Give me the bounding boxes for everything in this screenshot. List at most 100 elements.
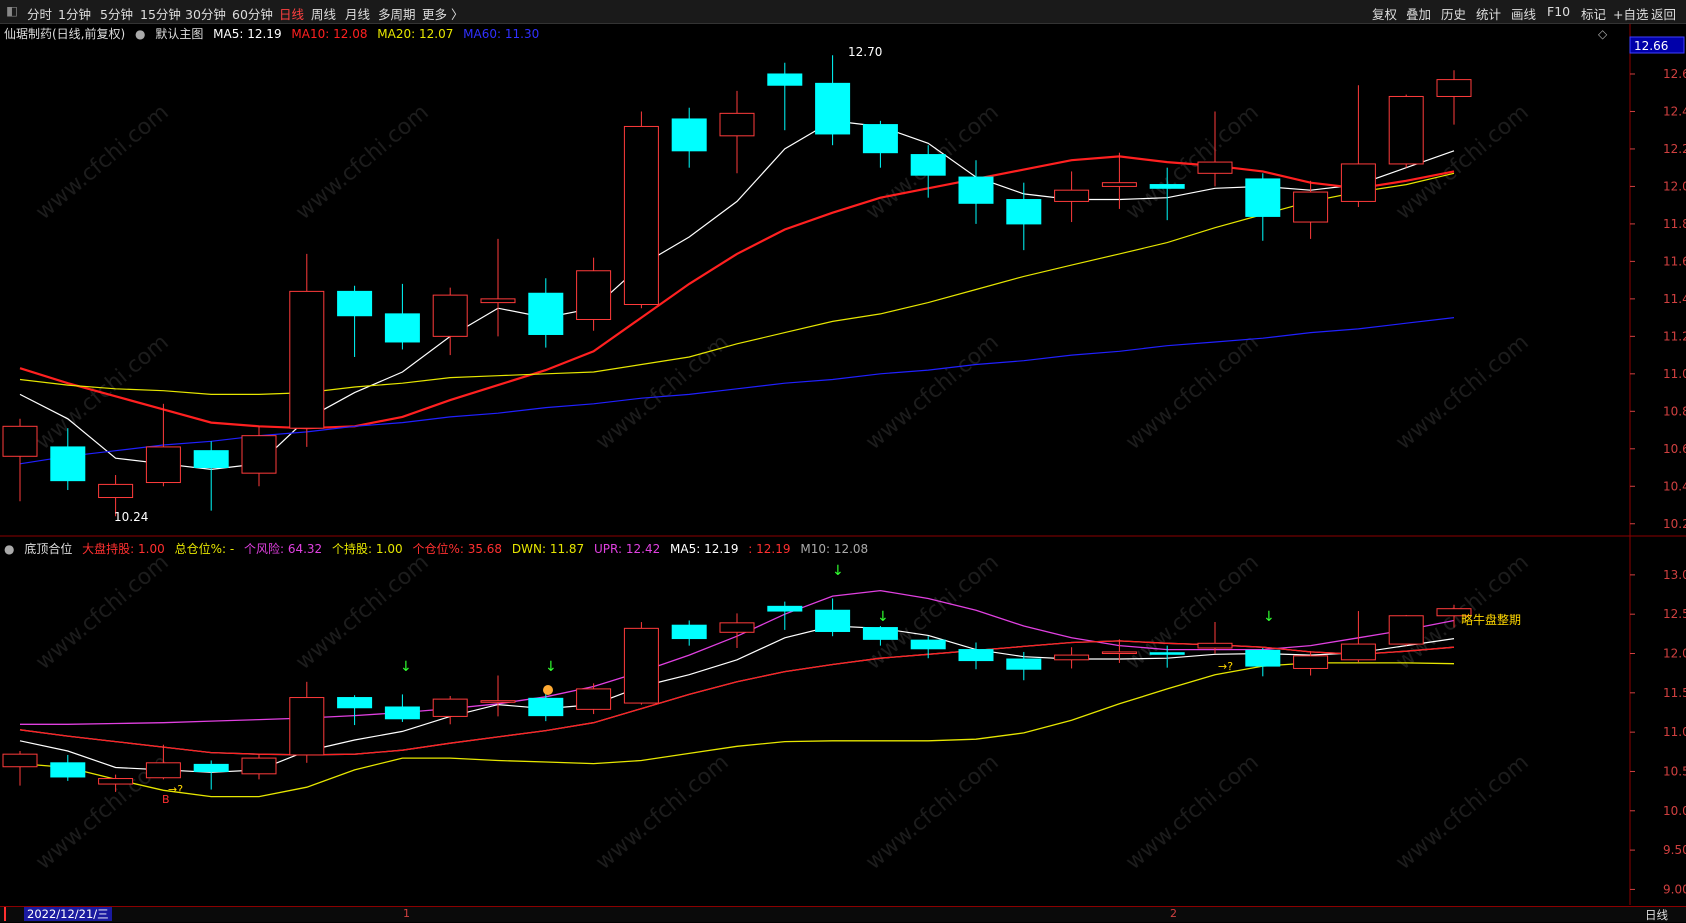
arrow-marker: →? [1218, 660, 1233, 673]
candle-body[interactable] [815, 82, 851, 135]
candle-body[interactable] [289, 697, 325, 756]
cursor-marker [4, 907, 6, 921]
candle-body[interactable] [193, 450, 229, 469]
down-arrow-marker: ↓ [400, 659, 412, 675]
candle-body[interactable] [1149, 184, 1185, 189]
candle-body[interactable] [767, 73, 803, 86]
ma10-line [19, 155, 1455, 430]
candle-body[interactable] [2, 425, 38, 457]
axis-tick-label: 11.20 [1663, 329, 1686, 343]
axis-tick-label: 9.50 [1663, 843, 1686, 857]
candle-body[interactable] [1101, 182, 1137, 187]
candle-body[interactable] [862, 124, 898, 154]
low-price-label: 10.24 [114, 510, 148, 524]
candle-body[interactable] [815, 609, 851, 632]
ma20-line [19, 172, 1455, 395]
axis-tick-label: 10.00 [1663, 804, 1686, 818]
cursor-date-label: 2022/12/21/三 [24, 907, 112, 921]
candle-body[interactable] [50, 762, 86, 778]
date-axis-bar: 2022/12/21/三 1 2 日线 [0, 906, 1686, 922]
candle-body[interactable] [1006, 658, 1042, 670]
candle-body[interactable] [384, 706, 420, 720]
axis-tick-label: 12.40 [1663, 104, 1686, 118]
candle-body[interactable] [2, 753, 38, 768]
candle-body[interactable] [1197, 161, 1233, 174]
candle-body[interactable] [623, 125, 659, 305]
candle-body[interactable] [480, 700, 516, 703]
main-candles[interactable] [2, 55, 1472, 517]
candle-body[interactable] [576, 270, 612, 320]
candle-body[interactable] [289, 290, 325, 429]
axis-tick-label: 12.00 [1663, 179, 1686, 193]
candle-body[interactable] [910, 154, 946, 176]
candle-body[interactable] [862, 627, 898, 640]
candle-body[interactable] [958, 649, 994, 662]
candle-body[interactable] [337, 290, 373, 317]
candle-body[interactable] [241, 435, 277, 474]
candle-body[interactable] [958, 176, 994, 204]
current-price-label: 12.66 [1634, 39, 1668, 53]
candle-body[interactable] [623, 627, 659, 704]
candle-body[interactable] [50, 446, 86, 482]
candle-body[interactable] [1101, 651, 1137, 655]
candle-body[interactable] [671, 118, 707, 152]
chart-canvas[interactable]: 12.60 12.40 12.20 12.00 11.80 11.60 11.40 11.20… [0, 0, 1686, 921]
candle-body[interactable] [1197, 642, 1233, 649]
candle-body[interactable] [145, 762, 181, 779]
candle-body[interactable] [145, 446, 181, 484]
axis-tick-label: 10.50 [1663, 764, 1686, 778]
candle-body[interactable] [1436, 79, 1472, 97]
axis-tick-label: 11.00 [1663, 725, 1686, 739]
axis-tick-label: 9.00 [1663, 882, 1686, 896]
arrow-marker: →? [168, 783, 183, 796]
candle-body[interactable] [767, 605, 803, 612]
axis-tick-label: 12.50 [1663, 607, 1686, 621]
candle-body[interactable] [432, 698, 468, 717]
diamond-icon[interactable]: ◇ [1598, 27, 1608, 41]
candle-body[interactable] [337, 697, 373, 709]
candle-body[interactable] [719, 112, 755, 137]
sub-ma10-line [19, 640, 1455, 756]
down-arrow-marker: ↓ [1263, 609, 1275, 625]
candle-body[interactable] [1149, 652, 1185, 655]
candle-body[interactable] [1340, 163, 1376, 202]
candle-body[interactable] [1245, 178, 1281, 217]
candle-body[interactable] [1245, 649, 1281, 667]
axis-tick-label: 11.00 [1663, 367, 1686, 381]
main-price-axis: 12.60 12.40 12.20 12.00 11.80 11.60 11.40 11.20… [1630, 67, 1686, 531]
candle-body[interactable] [719, 622, 755, 633]
axis-tick-label: 11.80 [1663, 217, 1686, 231]
candle-body[interactable] [480, 298, 516, 304]
candle-body[interactable] [671, 624, 707, 640]
candle-body[interactable] [384, 313, 420, 343]
candle-body[interactable] [432, 294, 468, 337]
axis-tick-label: 12.20 [1663, 142, 1686, 156]
sub-candles[interactable] [2, 598, 1472, 792]
candle-body[interactable] [1388, 95, 1424, 165]
candle-body[interactable] [576, 688, 612, 710]
candle-body[interactable] [1006, 199, 1042, 225]
axis-tick-label: 11.40 [1663, 292, 1686, 306]
candle-body[interactable] [1293, 655, 1329, 669]
axis-tick-label: 10.20 [1663, 517, 1686, 531]
down-arrow-marker: ↓ [877, 609, 889, 625]
axis-tick-label: 11.60 [1663, 254, 1686, 268]
month-tick: 1 [403, 907, 410, 920]
candle-body[interactable] [98, 778, 134, 785]
trend-status-label: 略牛盘整期 [1461, 612, 1521, 627]
candle-body[interactable] [1388, 615, 1424, 645]
candle-body[interactable] [193, 763, 229, 772]
chart-annotations: 12.66 ◇ 12.70 10.24 略牛盘整期 B →? →? ↓ ↓ ↓ … [114, 27, 1685, 806]
candle-body[interactable] [910, 639, 946, 650]
candle-body[interactable] [1293, 191, 1329, 223]
candle-body[interactable] [98, 483, 134, 499]
ma60-line [19, 317, 1455, 465]
candle-body[interactable] [241, 757, 277, 775]
candle-body[interactable] [528, 292, 564, 335]
candle-body[interactable] [1340, 643, 1376, 661]
candle-body[interactable] [1054, 654, 1090, 661]
month-tick: 2 [1170, 907, 1177, 920]
axis-tick-label: 10.80 [1663, 404, 1686, 418]
candle-body[interactable] [528, 697, 564, 717]
candle-body[interactable] [1054, 189, 1090, 202]
